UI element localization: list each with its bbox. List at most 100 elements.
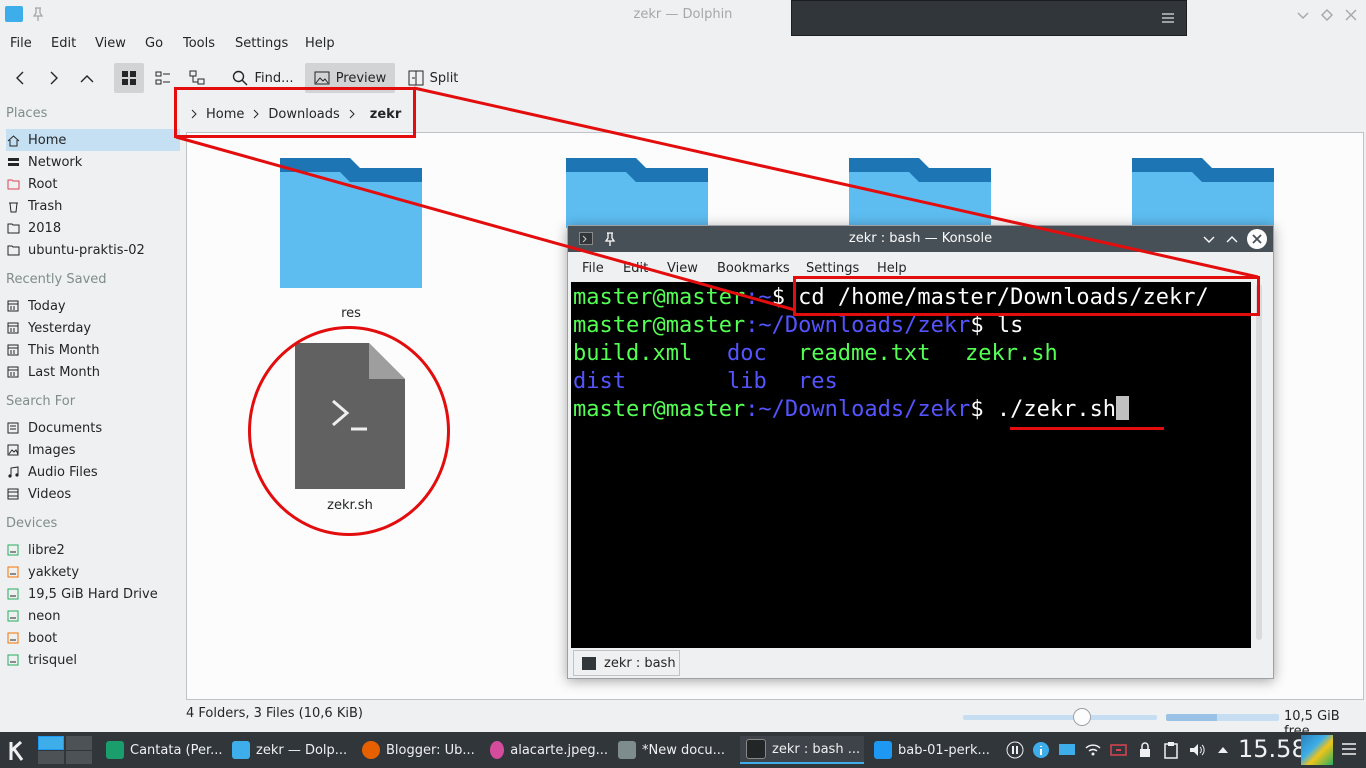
pager[interactable] [38, 736, 92, 764]
command-text: $ ./zekr.sh [970, 397, 1117, 422]
maximize-icon[interactable] [1320, 8, 1334, 22]
task-firefox[interactable]: Blogger: Ub... [356, 736, 480, 764]
konsole-menu-help[interactable]: Help [877, 261, 907, 276]
minimize-icon[interactable] [1296, 8, 1310, 22]
tray-expand-icon[interactable] [1214, 741, 1232, 759]
trash-icon [6, 199, 20, 213]
task-konsole[interactable]: zekr : bash ... [740, 736, 864, 764]
place-home[interactable]: Home [6, 129, 180, 151]
task-dolphin[interactable]: zekr — Dolp... [226, 736, 350, 764]
place-trash[interactable]: Trash [6, 195, 180, 217]
folder-3[interactable] [847, 158, 993, 228]
device-boot[interactable]: boot [6, 627, 180, 649]
battery-icon[interactable] [1110, 741, 1128, 759]
place-2018[interactable]: 2018 [6, 217, 180, 239]
panel-menu-icon[interactable] [1341, 742, 1357, 756]
kde-launcher-icon[interactable] [5, 738, 31, 764]
konsole-menu-file[interactable]: File [582, 261, 604, 276]
zoom-slider[interactable] [963, 715, 1157, 720]
menu-go[interactable]: Go [145, 36, 163, 51]
folder-res[interactable] [278, 158, 424, 290]
menu-view[interactable]: View [95, 36, 126, 51]
device-trisquel[interactable]: trisquel [6, 649, 180, 671]
search-videos[interactable]: Videos [6, 483, 180, 505]
task-bab-01[interactable]: bab-01-perk... [868, 736, 992, 764]
device-neon[interactable]: neon [6, 605, 180, 627]
task-label: zekr — Dolp... [256, 742, 348, 758]
menu-settings[interactable]: Settings [235, 36, 288, 51]
calendar-icon [6, 365, 20, 379]
folder-4[interactable] [1130, 158, 1276, 228]
up-button[interactable] [75, 63, 99, 93]
clipboard-icon[interactable] [1162, 741, 1180, 759]
recent-this-month[interactable]: This Month [6, 339, 180, 361]
place-label: Videos [28, 486, 72, 502]
annotation-command-box [793, 276, 1260, 316]
lock-icon[interactable] [1136, 741, 1154, 759]
konsole-tab[interactable]: zekr : bash [573, 650, 680, 676]
device-libre2[interactable]: libre2 [6, 539, 180, 561]
desktop-1[interactable] [38, 736, 64, 750]
media-pause-icon[interactable] [1006, 741, 1024, 759]
konsole-menu-settings[interactable]: Settings [806, 261, 859, 276]
wifi-icon[interactable] [1084, 741, 1102, 759]
place-label: 19,5 GiB Hard Drive [28, 586, 158, 602]
menu-tools[interactable]: Tools [183, 36, 215, 51]
menu-file[interactable]: File [10, 36, 32, 51]
task-alacarte[interactable]: alacarte.jpeg... [484, 736, 608, 764]
desktop-3[interactable] [38, 751, 64, 764]
recent-yesterday[interactable]: Yesterday [6, 317, 180, 339]
task-label: Cantata (Per... [130, 742, 223, 758]
recent-today[interactable]: Today [6, 295, 180, 317]
ls-entry: dist [573, 369, 626, 394]
task-new-document[interactable]: *New docu... [612, 736, 736, 764]
terminal-output[interactable]: master@master:~$ cd /home/master/Downloa… [571, 282, 1251, 648]
place-root[interactable]: Root [6, 173, 180, 195]
close-icon[interactable] [1247, 229, 1267, 249]
desktop-4[interactable] [66, 751, 92, 764]
hamburger-menu-icon[interactable] [1161, 12, 1175, 24]
zoom-slider-handle[interactable] [1073, 708, 1091, 726]
recent-last-month[interactable]: Last Month [6, 361, 180, 383]
place-label: Images [28, 442, 76, 458]
device-hard-drive[interactable]: 19,5 GiB Hard Drive [6, 583, 180, 605]
info-icon[interactable] [1032, 741, 1050, 759]
task-cantata[interactable]: Cantata (Per... [100, 736, 224, 764]
calendar-icon [6, 343, 20, 357]
notifications-icon[interactable] [1058, 741, 1076, 759]
konsole-menu-bookmarks[interactable]: Bookmarks [717, 261, 790, 276]
ls-entry: zekr.sh [965, 341, 1058, 366]
drive-icon [6, 609, 20, 623]
close-icon[interactable] [1344, 8, 1358, 22]
maximize-icon[interactable] [1225, 232, 1239, 246]
forward-button[interactable] [42, 63, 66, 93]
menu-help[interactable]: Help [305, 36, 335, 51]
device-yakkety[interactable]: yakkety [6, 561, 180, 583]
konsole-menu-view[interactable]: View [667, 261, 698, 276]
konsole-menu-edit[interactable]: Edit [623, 261, 648, 276]
place-network[interactable]: Network [6, 151, 180, 173]
search-audio[interactable]: Audio Files [6, 461, 180, 483]
folder-icon [280, 158, 422, 288]
minimize-icon[interactable] [1202, 232, 1216, 246]
task-label: Blogger: Ub... [386, 742, 475, 758]
clock[interactable]: 15.58 [1238, 735, 1307, 763]
terminal-line-2: master@master:~/Downloads/zekr$ ls [573, 312, 1251, 340]
menu-edit[interactable]: Edit [51, 36, 76, 51]
konsole-icon [746, 739, 766, 759]
tab-label: zekr : bash [604, 655, 676, 671]
search-images[interactable]: Images [6, 439, 180, 461]
search-header: Search For [6, 394, 76, 409]
calendar-icon [6, 299, 20, 313]
place-ubuntu-praktis[interactable]: ubuntu-praktis-02 [6, 239, 180, 261]
details-view-icon [189, 70, 205, 85]
volume-icon[interactable] [1188, 741, 1206, 759]
back-button[interactable] [8, 63, 32, 93]
icons-view-button[interactable] [114, 63, 144, 93]
show-desktop-icon[interactable] [1301, 735, 1333, 765]
folder-2[interactable] [564, 158, 710, 228]
search-documents[interactable]: Documents [6, 417, 180, 439]
terminal-scrollbar[interactable] [1256, 284, 1262, 640]
place-label: Yesterday [28, 320, 92, 336]
desktop-2[interactable] [66, 736, 92, 750]
